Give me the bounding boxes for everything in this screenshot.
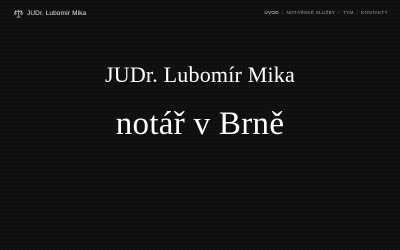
nav-item-kontakty[interactable]: KONTAKTY bbox=[361, 10, 388, 15]
brand-name: JUDr. Lubomír Mika bbox=[27, 10, 87, 17]
brand-logo[interactable]: JUDr. Lubomír Mika bbox=[14, 9, 86, 18]
scales-of-justice-icon bbox=[14, 9, 23, 18]
hero-name: JUDr. Lubomír Mika bbox=[105, 62, 295, 87]
hero-role: notář v Brně bbox=[115, 106, 285, 142]
nav-separator: / bbox=[281, 10, 284, 15]
nav-separator: / bbox=[356, 10, 359, 15]
nav-item-notarske-sluzby[interactable]: NOTÁŘSKÉ SLUŽBY bbox=[286, 10, 335, 15]
main-nav: ÚVOD / NOTÁŘSKÉ SLUŽBY / TÝM / KONTAKTY bbox=[264, 10, 388, 15]
site-header: JUDr. Lubomír Mika ÚVOD / NOTÁŘSKÉ SLUŽB… bbox=[0, 0, 400, 26]
nav-item-uvod[interactable]: ÚVOD bbox=[264, 10, 278, 15]
nav-item-tym[interactable]: TÝM bbox=[343, 10, 354, 15]
nav-separator: / bbox=[338, 10, 340, 15]
